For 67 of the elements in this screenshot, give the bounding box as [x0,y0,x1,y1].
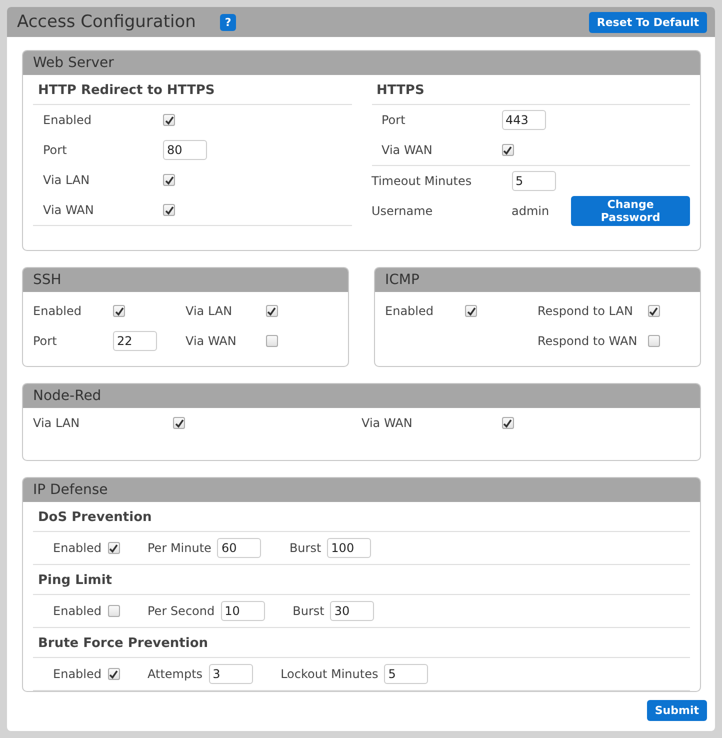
input-field[interactable]: 3 [208,664,253,684]
checkbox[interactable] [108,605,120,617]
section-title: ICMP [375,268,700,292]
checkbox[interactable] [502,417,514,429]
field-label: Respond to WAN [538,334,638,348]
subsection-heading: HTTP Redirect to HTTPS [33,75,352,105]
field-label: Via WAN [43,203,95,217]
input-field[interactable]: 5 [384,664,428,684]
field-label: Port [382,113,406,127]
field-label: Burst [292,604,324,618]
field-label: Enabled [385,304,434,318]
checkbox[interactable] [266,305,278,317]
subsection-heading: HTTPS [372,75,690,105]
checkbox[interactable] [648,305,660,317]
checkbox[interactable] [173,417,185,429]
field-label: Enabled [53,667,102,681]
input-field[interactable]: 22 [113,331,157,351]
checkbox[interactable] [648,335,660,347]
subsection-heading: DoS Prevention [33,502,690,532]
checkbox[interactable] [163,204,175,216]
checkbox[interactable] [113,305,125,317]
field-label: Via WAN [382,143,434,157]
change-password-button[interactable]: Change Password [571,196,690,226]
section-title: SSH [23,268,348,292]
section-title: IP Defense [23,478,700,502]
field-label: Per Second [148,604,215,618]
field-label: Attempts [148,667,203,681]
submit-button[interactable]: Submit [646,700,707,721]
field-label: Via LAN [33,416,81,430]
field-label: Via LAN [43,173,91,187]
subsection-heading: Brute Force Prevention [33,628,690,658]
input-field[interactable]: 10 [220,601,265,621]
field-label: Port [43,143,68,157]
subsection-heading: Ping Limit [33,565,690,595]
help-button[interactable]: ? [220,14,236,30]
input-field[interactable]: 80 [163,140,207,160]
field-label: Port [33,334,58,348]
checkbox[interactable] [108,668,120,680]
field-value: admin [512,204,550,218]
field-label: Via LAN [186,304,234,318]
reset-button[interactable]: Reset To Default [588,12,707,32]
field-label: Lockout Minutes [280,667,378,681]
checkbox[interactable] [108,542,120,554]
input-field[interactable]: 443 [502,110,546,130]
input-field[interactable]: 5 [512,171,556,191]
field-label: Via WAN [186,334,238,348]
checkbox[interactable] [163,174,175,186]
section-title: Web Server [23,51,700,75]
field-label: Enabled [53,604,102,618]
field-label: Timeout Minutes [372,174,473,188]
page-title: Access Configuration [17,12,196,32]
checkbox[interactable] [266,335,278,347]
checkbox[interactable] [502,144,514,156]
field-label: Enabled [43,113,92,127]
field-label: Enabled [53,541,102,555]
field-label: Burst [289,541,322,555]
field-label: Username [372,204,434,218]
field-label: Via WAN [362,416,414,430]
field-label: Per Minute [148,541,212,555]
field-label: Enabled [33,304,82,318]
input-field[interactable]: 60 [217,538,262,558]
section-title: Node-Red [23,384,700,408]
checkbox[interactable] [163,114,175,126]
input-field[interactable]: 100 [327,538,372,558]
field-label: Respond to LAN [538,304,634,318]
checkbox[interactable] [465,305,477,317]
input-field[interactable]: 30 [330,601,374,621]
